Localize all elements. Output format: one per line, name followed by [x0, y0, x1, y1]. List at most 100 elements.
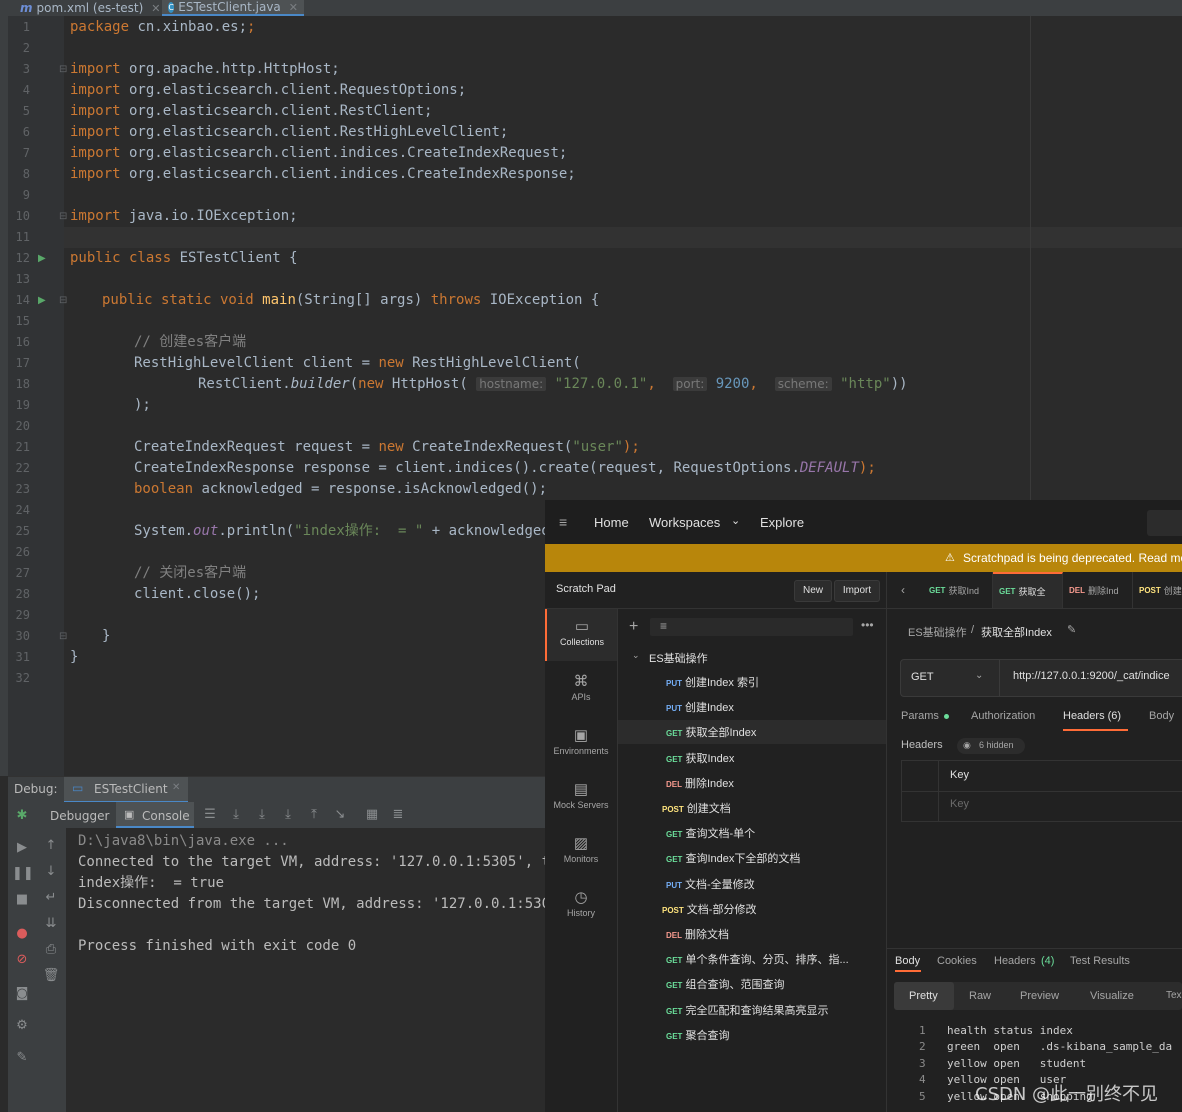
resp-tab-body[interactable]: Body: [895, 955, 920, 967]
request-item[interactable]: POST 文档-部分修改: [662, 901, 756, 917]
sidebar-item-monitors[interactable]: ▨ Monitors: [545, 834, 617, 864]
trace-icon[interactable]: ≣: [388, 807, 408, 822]
bug-icon[interactable]: ✱: [12, 808, 32, 823]
request-item[interactable]: GET 获取全部Index: [666, 724, 756, 740]
view-pretty[interactable]: Pretty: [894, 982, 954, 1010]
menu-icon[interactable]: ☰: [200, 807, 220, 822]
mute-breakpoints-icon[interactable]: ⊘: [12, 952, 32, 967]
resp-tab-cookies[interactable]: Cookies: [937, 955, 977, 967]
close-icon[interactable]: ✕: [151, 2, 160, 15]
force-step-into-icon[interactable]: ⤓: [278, 807, 298, 822]
edit-icon[interactable]: ✎: [1067, 623, 1076, 636]
view-preview[interactable]: Preview: [1020, 990, 1059, 1002]
evaluate-icon[interactable]: ▦: [362, 807, 382, 822]
fold-icon[interactable]: ⊟: [59, 59, 67, 80]
tab-console[interactable]: ▣ Console: [116, 802, 194, 828]
key-input[interactable]: Key: [950, 798, 969, 810]
hidden-headers-toggle[interactable]: ◉ 6 hidden: [957, 738, 1025, 754]
request-item[interactable]: PUT 创建Index: [666, 699, 734, 715]
chevron-down-icon[interactable]: ⌄: [632, 650, 640, 661]
camera-icon[interactable]: ◙: [12, 986, 32, 1001]
run-gutter-icon[interactable]: ▶: [38, 248, 46, 269]
trash-icon[interactable]: 🗑: [41, 968, 61, 983]
step-out-icon[interactable]: ⤒: [304, 807, 324, 822]
up-arrow-icon[interactable]: ↑: [41, 838, 61, 853]
breadcrumb-parent[interactable]: ES基础操作: [908, 624, 967, 640]
pause-icon[interactable]: ❚❚: [12, 866, 34, 881]
chevron-down-icon[interactable]: ⌄: [731, 514, 740, 527]
more-icon[interactable]: •••: [861, 618, 874, 632]
fold-icon[interactable]: ⊟: [59, 206, 67, 227]
request-item[interactable]: DEL 删除Index: [666, 775, 734, 791]
request-item[interactable]: GET 单个条件查询、分页、排序、指...: [666, 951, 849, 967]
close-icon[interactable]: ✕: [172, 782, 180, 793]
tab-params[interactable]: Params: [901, 710, 939, 722]
chevron-left-icon[interactable]: ‹: [901, 583, 905, 597]
tab-estestclient[interactable]: C ESTestClient.java ✕: [162, 0, 304, 16]
breadcrumb-current[interactable]: 获取全部Index: [981, 624, 1052, 640]
step-into-icon[interactable]: ⤓: [252, 807, 272, 822]
resp-tab-headers[interactable]: Headers: [994, 955, 1036, 967]
request-item[interactable]: DEL 删除文档: [666, 926, 729, 942]
nav-home[interactable]: Home: [594, 515, 629, 530]
stop-icon[interactable]: ■: [12, 892, 32, 907]
method-select[interactable]: GET: [911, 671, 934, 683]
nav-explore[interactable]: Explore: [760, 515, 804, 530]
chevron-down-icon[interactable]: ⌄: [975, 670, 983, 681]
view-raw[interactable]: Raw: [969, 990, 991, 1002]
resp-tab-test-results[interactable]: Test Results: [1070, 955, 1130, 967]
soft-wrap-icon[interactable]: ↵: [41, 890, 61, 905]
sidebar-item-apis[interactable]: ⌘ APIs: [545, 672, 617, 702]
open-tab[interactable]: DEL 删除Ind: [1063, 572, 1133, 608]
method-badge: DEL: [666, 779, 682, 789]
tab-authorization[interactable]: Authorization: [971, 710, 1035, 722]
sidebar-item-history[interactable]: ◷ History: [545, 888, 617, 918]
gear-icon[interactable]: ⚙: [12, 1018, 32, 1033]
sidebar-item-mock-servers[interactable]: ▤ Mock Servers: [545, 780, 617, 810]
close-icon[interactable]: ✕: [289, 1, 298, 14]
nav-workspaces[interactable]: Workspaces: [649, 515, 720, 530]
hamburger-icon[interactable]: ≡: [559, 514, 567, 530]
request-item[interactable]: GET 聚合查询: [666, 1027, 729, 1043]
collection-name[interactable]: ES基础操作: [649, 650, 708, 666]
print-icon[interactable]: ⎙: [41, 942, 61, 957]
sidebar-item-collections[interactable]: ▭ Collections: [545, 609, 617, 661]
url-input[interactable]: http://127.0.0.1:9200/_cat/indice: [1013, 670, 1170, 682]
scroll-to-end-icon[interactable]: ⇊: [41, 916, 61, 931]
search-box[interactable]: [1147, 510, 1182, 536]
format-select[interactable]: Tex: [1166, 990, 1182, 1001]
request-item[interactable]: GET 组合查询、范围查询: [666, 976, 784, 992]
new-button[interactable]: New: [794, 580, 832, 602]
request-item[interactable]: POST 创建文档: [662, 800, 731, 816]
down-arrow-icon[interactable]: ↓: [41, 864, 61, 879]
request-item[interactable]: GET 查询Index下全部的文档: [666, 850, 800, 866]
request-item[interactable]: GET 获取Index: [666, 750, 734, 766]
request-item[interactable]: PUT 文档-全量修改: [666, 876, 755, 892]
request-item[interactable]: GET 查询文档-单个: [666, 825, 755, 841]
fold-icon[interactable]: ⊟: [59, 626, 67, 647]
import-button[interactable]: Import: [834, 580, 880, 602]
request-item[interactable]: GET 完全匹配和查询结果高亮显示: [666, 1002, 828, 1018]
resume-icon[interactable]: ▶: [12, 840, 32, 855]
request-item[interactable]: PUT 创建Index 索引: [666, 674, 759, 690]
tab-debugger[interactable]: Debugger: [50, 809, 109, 823]
editor-tab-bar: m pom.xml (es-test) ✕ C ESTestClient.jav…: [0, 0, 1182, 17]
method-badge: GET: [666, 830, 683, 840]
tab-pom-xml[interactable]: m pom.xml (es-test) ✕: [14, 0, 162, 16]
run-gutter-icon[interactable]: ▶: [38, 290, 46, 311]
open-tab[interactable]: GET 获取Ind: [923, 572, 993, 608]
run-to-cursor-icon[interactable]: ↘: [330, 807, 350, 822]
debug-session-tab[interactable]: ESTestClient ▭ ✕: [64, 777, 188, 803]
tab-headers[interactable]: Headers (6): [1063, 710, 1121, 722]
open-tab[interactable]: POST 创建: [1133, 572, 1182, 608]
tab-body[interactable]: Body: [1149, 710, 1174, 722]
breakpoints-icon[interactable]: ●: [12, 926, 32, 941]
open-tab[interactable]: GET 获取全: [993, 572, 1063, 608]
sidebar-item-environments[interactable]: ▣ Environments: [545, 726, 617, 756]
pin-icon[interactable]: ✎: [12, 1050, 32, 1065]
add-icon[interactable]: +: [629, 618, 638, 636]
filter-input[interactable]: ≡: [650, 618, 853, 636]
fold-icon[interactable]: ⊟: [59, 290, 67, 311]
view-visualize[interactable]: Visualize: [1090, 990, 1134, 1002]
step-over-icon[interactable]: ⤓: [226, 807, 246, 822]
